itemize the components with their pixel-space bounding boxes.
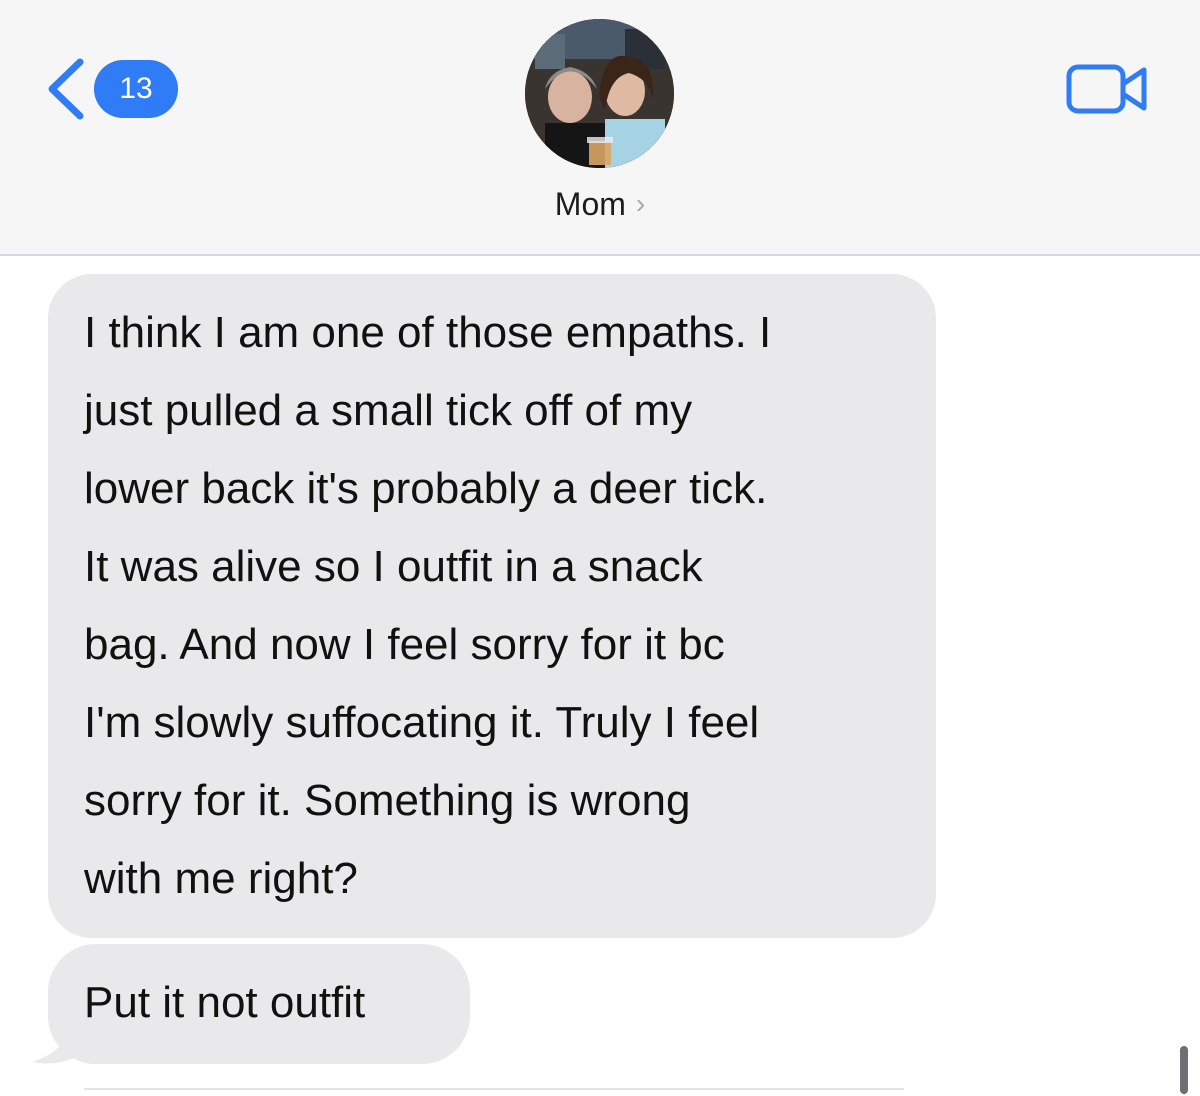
scrollbar[interactable] <box>1180 1046 1188 1094</box>
message-bubble-incoming[interactable]: Put it not outfit <box>48 944 470 1064</box>
unread-count-badge: 13 <box>94 60 178 118</box>
conversation-header: 13 Mom › <box>0 0 1200 256</box>
message-text-line: just pulled a small tick off of my <box>84 386 693 435</box>
message-text-line: sorry for it. Something is wrong <box>84 776 691 825</box>
back-button[interactable]: 13 <box>44 56 178 122</box>
message-bubble-incoming[interactable]: I think I am one of those empaths. I jus… <box>48 274 936 938</box>
message-text-line: I think I am one of those empaths. I <box>84 308 772 357</box>
chevron-left-icon <box>48 58 84 120</box>
contact-avatar[interactable] <box>525 19 674 168</box>
chevron-right-icon: › <box>635 188 646 219</box>
message-text-line: bag. And now I feel sorry for it bc <box>84 620 725 669</box>
message-text-line: It was alive so I outfit in a snack <box>84 542 703 591</box>
message-text-line: I'm slowly suffocating it. Truly I feel <box>84 698 760 747</box>
message-text-line: Put it not outfit <box>84 978 366 1027</box>
video-camera-icon[interactable] <box>1066 62 1150 116</box>
next-message-edge <box>84 1088 904 1096</box>
message-text-line: lower back it's probably a deer tick. <box>84 464 768 513</box>
contact-photo <box>525 19 674 168</box>
contact-name-button[interactable]: Mom › <box>0 186 1200 223</box>
message-text-line: with me right? <box>84 854 358 903</box>
contact-name: Mom <box>554 186 626 222</box>
